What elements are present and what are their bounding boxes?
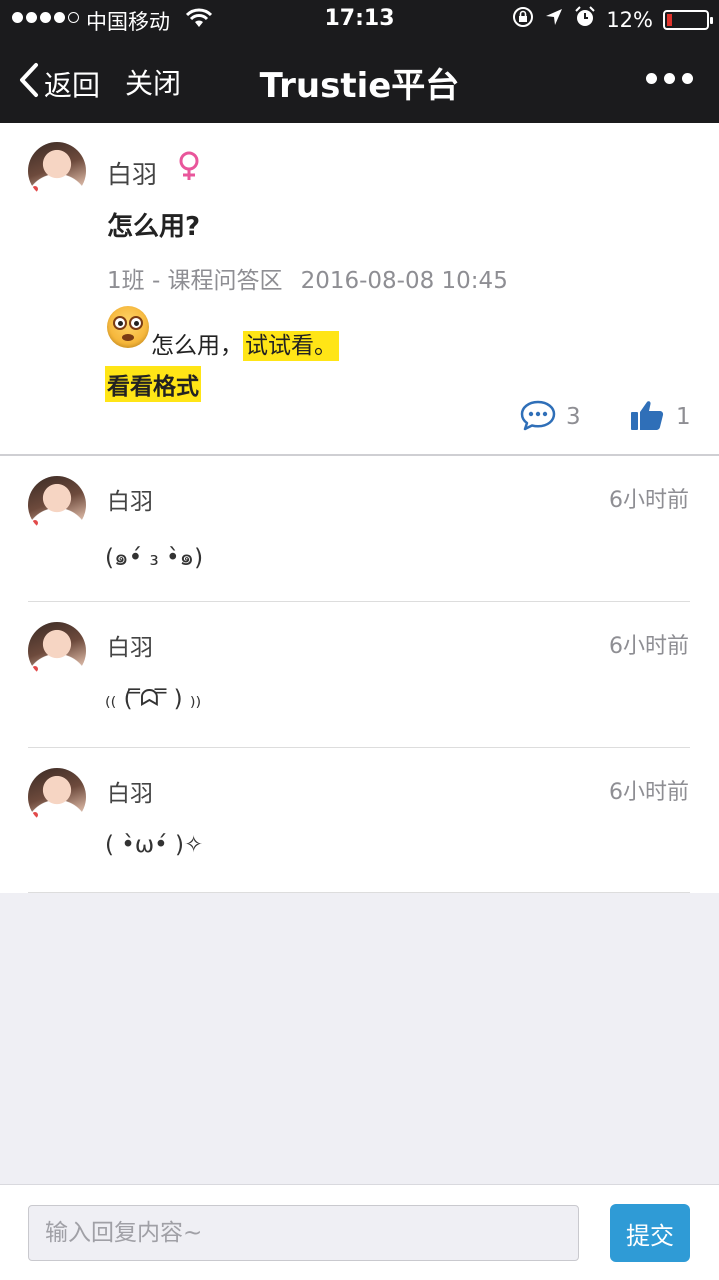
question-post: 白羽 怎么用? 1班 - 课程问答区 2016-08-08 10:45 怎么用，试…: [0, 123, 719, 456]
post-body-line2: 看看格式: [105, 366, 201, 402]
more-options-icon[interactable]: [646, 73, 693, 84]
back-label: 返回: [44, 68, 101, 102]
post-body-text: 怎么用，: [151, 333, 243, 359]
thumbs-up-icon: [630, 399, 664, 435]
post-meta: 1班 - 课程问答区 2016-08-08 10:45: [107, 261, 508, 295]
list-item: 白羽 6小时前 ₍₍ ( ̿ᗣ ̿ ) ₎₎: [0, 602, 719, 748]
reply-text: ( •̀ω•́ )✧: [105, 832, 204, 858]
comment-button[interactable]: 3: [520, 399, 581, 435]
page-title: Trustie平台: [259, 66, 460, 106]
female-icon: [176, 150, 202, 186]
back-button[interactable]: 返回: [18, 62, 100, 105]
close-button[interactable]: 关闭: [125, 62, 181, 102]
post-course[interactable]: 1班 - 课程问答区: [107, 268, 283, 294]
battery-percent: 12%: [606, 7, 653, 32]
avatar[interactable]: [28, 622, 86, 680]
reply-time: 6小时前: [609, 634, 689, 659]
chevron-left-icon: [18, 62, 40, 105]
nav-bar: 返回 关闭 Trustie平台: [0, 40, 719, 123]
reply-author[interactable]: 白羽: [107, 482, 153, 516]
like-count: 1: [676, 404, 691, 430]
reply-text: ₍₍ ( ̿ᗣ ̿ ) ₎₎: [105, 686, 202, 712]
comment-bubble-icon: [520, 399, 556, 435]
reply-time: 6小时前: [609, 780, 689, 805]
reply-composer: 提交: [0, 1184, 719, 1280]
divider: [28, 892, 690, 893]
surprised-emoji-icon: [107, 306, 149, 348]
post-time: 2016-08-08 10:45: [300, 268, 508, 294]
submit-button[interactable]: 提交: [610, 1204, 690, 1262]
avatar[interactable]: [28, 768, 86, 826]
status-bar: 中国移动 17:13 12%: [0, 0, 719, 40]
post-author[interactable]: 白羽: [107, 155, 157, 191]
reply-author[interactable]: 白羽: [107, 628, 153, 662]
location-arrow-icon: [544, 7, 564, 32]
post-body-line1: 怎么用，试试看。: [151, 326, 339, 361]
battery-icon: [663, 9, 713, 30]
reply-time: 6小时前: [609, 488, 689, 513]
like-button[interactable]: 1: [630, 399, 691, 435]
avatar[interactable]: [28, 476, 86, 534]
avatar[interactable]: [28, 142, 86, 200]
post-body-highlight: 试试看。: [243, 331, 339, 361]
reply-list: 白羽 6小时前 (๑•́ ₃ •̀๑) 白羽 6小时前 ₍₍ ( ̿ᗣ ̿ ) …: [0, 456, 719, 893]
post-title: 怎么用?: [107, 212, 201, 242]
reply-input[interactable]: [28, 1205, 579, 1261]
reply-author[interactable]: 白羽: [107, 774, 153, 808]
top-bar: 中国移动 17:13 12% 返回 关闭 Trustie平台: [0, 0, 719, 123]
comment-count: 3: [566, 404, 581, 430]
list-item: 白羽 6小时前 ( •̀ω•́ )✧: [0, 748, 719, 894]
reply-text: (๑•́ ₃ •̀๑): [105, 545, 204, 571]
alarm-icon: [574, 6, 596, 33]
rotation-lock-icon: [512, 6, 534, 33]
list-item: 白羽 6小时前 (๑•́ ₃ •̀๑): [0, 456, 719, 602]
